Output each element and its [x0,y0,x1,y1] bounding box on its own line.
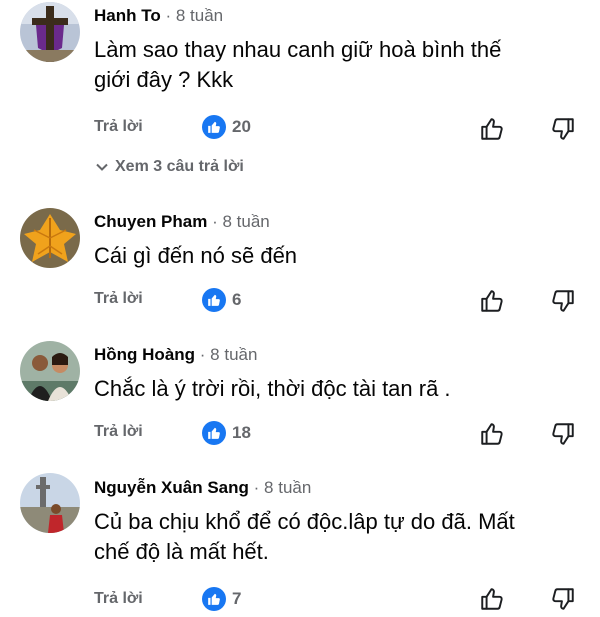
like-count: 20 [232,117,251,136]
avatar[interactable] [20,208,80,268]
avatar[interactable] [20,341,80,401]
like-count-group[interactable]: 7 [202,587,241,611]
avatar[interactable] [20,2,80,62]
thumbs-up-icon[interactable] [479,421,505,447]
thumbs-up-icon[interactable] [479,586,505,612]
comment-time: · 8 tuần [253,478,312,497]
see-replies-label: Xem 3 câu trả lời [115,158,244,175]
see-replies-link[interactable]: Xem 3 câu trả lời [95,157,244,177]
chevron-down-icon [96,163,108,171]
author-name[interactable]: Hồng Hoàng · 8 tuần [94,345,257,365]
like-count-group[interactable]: 6 [202,288,241,312]
author-name[interactable]: Chuyen Pham · 8 tuần [94,212,270,232]
comment-text: Cái gì đến nó sẽ đến [94,243,298,268]
like-badge-icon [202,288,226,312]
like-badge-icon [202,421,226,445]
thumbs-down-icon[interactable] [550,586,576,612]
like-count-group[interactable]: 20 [202,115,251,139]
thumbs-down-icon[interactable] [550,288,576,314]
thumbs-down-icon[interactable] [550,421,576,447]
comment-text: Chắc là ý trời rồi, thời độc tài tan rã … [94,376,451,401]
avatar[interactable] [20,473,80,533]
comment-time: · 8 tuần [199,345,258,364]
reply-button[interactable]: Trả lời [94,289,143,309]
like-count: 6 [232,290,242,309]
reply-button[interactable]: Trả lời [94,117,143,137]
comment-time: · 8 tuần [212,212,270,231]
thumbs-up-icon[interactable] [479,116,505,142]
like-count-group[interactable]: 18 [202,421,251,445]
like-badge-icon [202,587,226,611]
like-badge-icon [202,115,226,139]
reply-button[interactable]: Trả lời [94,589,143,609]
like-count: 7 [232,589,242,608]
author-name[interactable]: Nguyễn Xuân Sang · 8 tuần [94,478,311,498]
comment-text: Làm sao thay nhau canh giữ hoà bình thế … [94,37,502,92]
thumbs-up-icon[interactable] [479,288,505,314]
author-name[interactable]: Hanh To · 8 tuần [94,6,223,26]
comment-text: Củ ba chịu khổ để có độc.lâp tự do đã. M… [94,509,515,564]
like-count: 18 [232,423,251,442]
reply-button[interactable]: Trả lời [94,422,143,442]
comment-time: · 8 tuần [165,6,224,25]
thumbs-down-icon[interactable] [550,116,576,142]
